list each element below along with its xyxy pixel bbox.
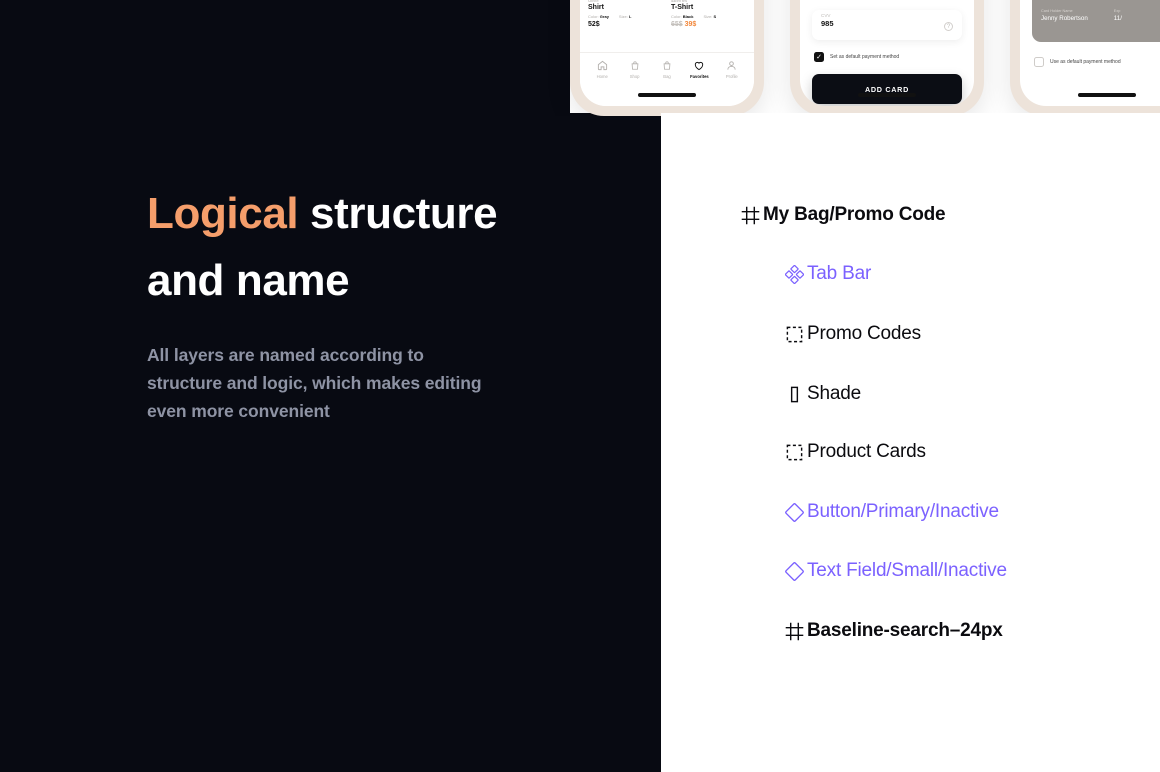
tab-shop[interactable]: Shop: [618, 60, 650, 106]
card-holder-value: Jenny Robertson: [1041, 14, 1088, 22]
add-card-button[interactable]: ADD CARD: [812, 74, 962, 104]
frame-icon: [781, 618, 807, 644]
component-icon: [781, 499, 807, 525]
tab-favorites[interactable]: Favorites: [683, 60, 715, 106]
product-card-left[interactable]: Sorry, this item is currently sold out ★…: [588, 0, 663, 52]
cvv-field[interactable]: CVV 985 ?: [812, 10, 962, 40]
layer-row-text-field-small-inactive[interactable]: Text Field/Small/Inactive: [781, 558, 1007, 584]
product-meta: Color: Gray Size: L: [588, 14, 663, 19]
help-icon[interactable]: ?: [944, 22, 953, 31]
price-old: 65$: [671, 21, 683, 28]
default-payment-checkbox-row[interactable]: Use as default payment method: [1034, 57, 1121, 67]
page-title-accent: Logical: [147, 189, 299, 238]
layer-label: Product Cards: [807, 441, 926, 462]
layer-label: Text Field/Small/Inactive: [807, 560, 1007, 581]
component-set-icon: [781, 261, 807, 287]
layer-label: Shade: [807, 383, 861, 404]
layer-label: My Bag/Promo Code: [763, 204, 946, 225]
heart-icon: [693, 60, 705, 71]
product-brand: Oliver: [588, 0, 599, 3]
phone-screen: Sorry, this item is currently sold out ★…: [580, 0, 754, 106]
tab-bar: Home Shop Bag Favorites Profile: [580, 52, 754, 106]
phone-mockup-saved-card: Card Holder Name Jenny Robertson Exp 11/…: [1010, 0, 1160, 116]
layer-row-tab-bar[interactable]: Tab Bar: [781, 261, 871, 287]
product-name: T-Shirt: [671, 4, 694, 11]
tab-label: Favorites: [690, 74, 709, 79]
bag-icon: [662, 60, 672, 71]
home-indicator: [858, 93, 916, 97]
product-meta: Color: Black Size: S: [671, 14, 746, 19]
group-icon: [781, 439, 807, 465]
page-title-rest: structure: [298, 189, 498, 238]
checkbox-label: Use as default payment method: [1050, 59, 1121, 65]
phone-screen: Card Holder Name Jenny Robertson Exp 11/…: [1020, 0, 1160, 106]
product-brand: &Berries: [671, 0, 688, 3]
checkbox-checked-icon[interactable]: ✓: [814, 52, 824, 62]
cvv-value: 985: [821, 19, 834, 28]
card-holder-label: Card Holder Name: [1041, 9, 1073, 13]
page-title-line2: and name: [147, 256, 350, 305]
tab-bag[interactable]: Bag: [651, 60, 683, 106]
layer-row-product-cards[interactable]: Product Cards: [781, 439, 926, 465]
checkbox-label: Set as default payment method: [830, 54, 900, 60]
layer-label: Tab Bar: [807, 263, 872, 284]
page-title: Logical structure and name: [147, 180, 567, 314]
layer-row-shade[interactable]: Shade: [781, 381, 861, 407]
default-payment-checkbox-row[interactable]: ✓ Set as default payment method: [814, 52, 899, 62]
screenshot-root: Logical structure and name All layers ar…: [0, 0, 1160, 772]
group-icon: [781, 321, 807, 347]
product-size: Size: S: [703, 14, 717, 19]
card-expiry-label: Exp: [1113, 9, 1121, 13]
layer-row-my-bag-promo-code[interactable]: My Bag/Promo Code: [737, 202, 946, 228]
product-grid: Sorry, this item is currently sold out ★…: [580, 0, 754, 52]
card-expiry-value: 11/: [1113, 14, 1122, 22]
page-subtitle: All layers are named according to struct…: [147, 345, 482, 421]
tab-home[interactable]: Home: [586, 60, 618, 106]
phone-screen: CVV 985 ? ✓ Set as default payment metho…: [800, 0, 974, 106]
product-price: 52$: [588, 21, 600, 28]
price-new: 39$: [684, 21, 697, 28]
product-color: Color: Gray: [588, 14, 609, 19]
tab-label: Bag: [663, 74, 671, 79]
home-icon: [597, 60, 608, 71]
layer-row-button-primary-inactive[interactable]: Button/Primary/Inactive: [781, 499, 999, 525]
layer-label: Baseline-search–24px: [807, 620, 1003, 641]
catalog-screen: Sorry, this item is currently sold out ★…: [580, 0, 754, 106]
hero-text-block: Logical structure and name All layers ar…: [147, 180, 567, 425]
credit-card-visual: Card Holder Name Jenny Robertson Exp 11/: [1032, 0, 1160, 42]
card-expiry-block: Exp 11/: [1114, 9, 1122, 22]
phone-mockup-catalog: Sorry, this item is currently sold out ★…: [570, 0, 764, 116]
product-color: Color: Black: [671, 14, 694, 19]
tab-profile[interactable]: Profile: [716, 60, 748, 106]
component-icon: [781, 558, 807, 584]
product-size: Size: L: [618, 14, 632, 19]
layer-row-baseline-search[interactable]: Baseline-search–24px: [781, 618, 1003, 644]
frame-icon: [737, 202, 763, 228]
product-price: 65$ 39$: [671, 21, 746, 28]
figma-layers-panel: My Bag/Promo Code Tab Bar Promo Codes Sh…: [661, 113, 1160, 772]
phone-mockup-add-card: CVV 985 ? ✓ Set as default payment metho…: [790, 0, 984, 116]
checkbox-unchecked-icon[interactable]: [1034, 57, 1044, 67]
product-name: Shirt: [588, 4, 604, 11]
rectangle-icon: [781, 381, 807, 407]
profile-icon: [726, 60, 737, 71]
layer-label: Button/Primary/Inactive: [807, 501, 999, 522]
tab-label: Home: [596, 74, 608, 79]
layer-row-promo-codes[interactable]: Promo Codes: [781, 321, 921, 347]
layer-label: Promo Codes: [807, 323, 921, 344]
card-details-row: Card Holder Name Jenny Robertson Exp 11/: [1041, 9, 1160, 22]
bag-icon: [630, 60, 640, 71]
product-card-right[interactable]: ☆☆☆☆☆ (0) &Berries T-Shirt Color: Black …: [671, 0, 746, 52]
cvv-label: CVV: [821, 13, 831, 18]
hero-dark-panel-top: [0, 0, 570, 113]
card-holder-block: Card Holder Name Jenny Robertson: [1041, 9, 1088, 22]
tab-label: Profile: [725, 74, 738, 79]
home-indicator: [1078, 93, 1136, 97]
home-indicator: [638, 93, 696, 97]
tab-label: Shop: [629, 74, 640, 79]
